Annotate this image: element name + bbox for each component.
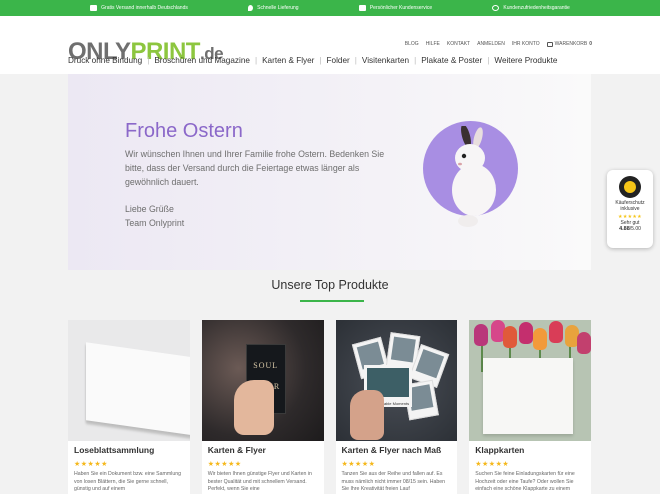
nav-separator: | — [147, 56, 150, 65]
nav-separator: | — [254, 56, 258, 65]
link-anmelden[interactable]: ANMELDEN — [477, 41, 505, 47]
smiley-icon — [492, 5, 500, 11]
meta-links: BLOG HILFE KONTAKT ANMELDEN IHR KONTO WA… — [405, 41, 592, 47]
product-stars: ★★★★★ — [74, 461, 108, 468]
truck-icon — [90, 5, 98, 11]
cart-icon — [546, 41, 553, 47]
section-title: Unsere Top Produkte — [271, 278, 389, 292]
trust-badge[interactable]: Käuferschutz inklusive ★★★★★ Sehr gut 4.… — [607, 170, 653, 248]
product-image-photos: Unforgettable Moments — [335, 320, 458, 441]
product-card-karten-flyer[interactable]: SOUL RIVER Karten & Flyer ★★★★★ Wir biet… — [201, 320, 324, 494]
product-card-loseblattsammlung[interactable]: Loseblattsammlung ★★★★★ Haben Sie ein Do… — [68, 320, 190, 494]
link-hilfe[interactable]: HILFE — [426, 41, 440, 47]
product-card-klappkarten[interactable]: Klappkarten ★★★★★ Suchen Sie feine Einla… — [469, 320, 591, 494]
nav-weitere-produkte[interactable]: Weitere Produkte — [494, 56, 562, 65]
trust-label: Käuferschutz inklusive — [615, 200, 645, 212]
product-image-paper — [68, 320, 190, 441]
main-navigation: Druck ohne Bindung | Broschüren und Magaz… — [68, 56, 562, 65]
product-title: Karten & Flyer — [207, 445, 266, 455]
product-desc: Haben Sie ein Dokument bzw. eine Sammlun… — [74, 471, 181, 492]
product-stars: ★★★★★ — [207, 461, 242, 468]
nav-visitenkarten[interactable]: Visitenkarten — [362, 56, 414, 65]
nav-karten-flyer[interactable]: Karten & Flyer — [262, 56, 319, 65]
drop-icon — [248, 5, 254, 11]
product-stars: ★★★★★ — [341, 461, 376, 468]
product-title: Karten & Flyer nach Maß — [341, 445, 442, 455]
product-desc: Tanzen Sie aus der Reihe und fallen auf.… — [341, 471, 446, 492]
nav-broschueren[interactable]: Broschüren und Magazine — [154, 56, 255, 65]
product-desc: Suchen Sie feine Einladungskarten für ei… — [475, 471, 575, 492]
nav-plakate-poster[interactable]: Plakate & Poster — [421, 56, 487, 65]
nav-separator: | — [487, 56, 490, 65]
cart-link[interactable]: WARENKORB 0 — [546, 41, 592, 47]
hero-signature: Liebe Grüße Team Onlyprint — [125, 204, 185, 228]
top-info-bar: Gratis Versand innerhalb Deutschlands Sc… — [0, 0, 660, 16]
product-stars: ★★★★★ — [475, 461, 510, 468]
product-image-tulips — [469, 320, 591, 441]
product-title: Loseblattsammlung — [74, 445, 155, 455]
nav-separator: | — [354, 56, 357, 65]
thumbs-up-icon — [358, 5, 366, 11]
cart-count: 0 — [589, 41, 592, 47]
topbar-item-service: Persönlicher Kundenservice — [358, 5, 432, 11]
hero-title: Frohe Ostern — [125, 120, 243, 142]
topbar-item-delivery: Schnelle Lieferung — [248, 5, 299, 11]
link-kontakt[interactable]: KONTAKT — [447, 41, 470, 47]
link-ihr-konto[interactable]: IHR KONTO — [512, 41, 540, 47]
product-card-karten-flyer-nach-mass[interactable]: Unforgettable Moments Karten & Flyer nac… — [335, 320, 458, 494]
hero-text: Wir wünschen Ihnen und Ihrer Familie fro… — [125, 149, 385, 187]
nav-folder[interactable]: Folder — [327, 56, 355, 65]
trusted-shops-seal-icon — [619, 176, 641, 198]
nav-druck-ohne-bindung[interactable]: Druck ohne Bindung — [68, 56, 147, 65]
trust-score: 4.88/5.00 — [619, 226, 641, 232]
nav-separator: | — [414, 56, 417, 65]
section-underline — [300, 300, 364, 302]
product-grid: Loseblattsammlung ★★★★★ Haben Sie ein Do… — [68, 320, 591, 494]
bunny-image — [452, 126, 496, 227]
product-title: Klappkarten — [475, 445, 525, 455]
product-image-flyer: SOUL RIVER — [201, 320, 324, 441]
product-desc: Wir bieten Ihnen günstige Flyer und Kart… — [207, 471, 312, 492]
topbar-item-shipping: Gratis Versand innerhalb Deutschlands — [90, 5, 188, 11]
topbar-item-guarantee: Kundenzufriedenheitsgarantie — [492, 5, 570, 11]
link-blog[interactable]: BLOG — [405, 41, 419, 47]
easter-hero-banner[interactable]: Frohe Ostern Wir wünschen Ihnen und Ihre… — [68, 74, 591, 270]
nav-separator: | — [319, 56, 322, 65]
